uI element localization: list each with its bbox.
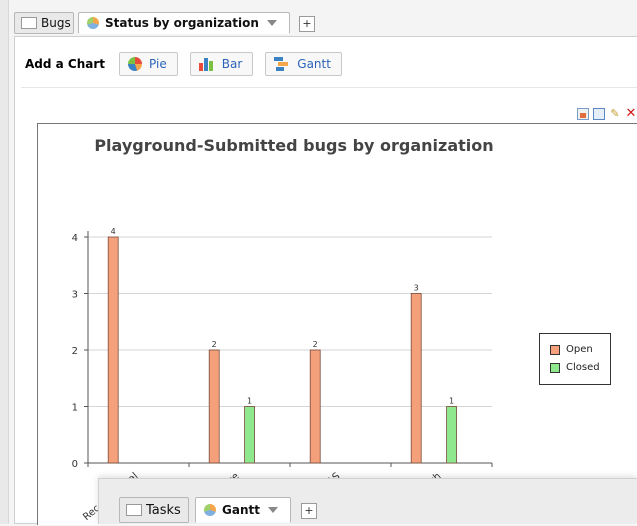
table-icon xyxy=(21,17,37,29)
pie-chart-icon xyxy=(128,57,143,71)
legend-item-open: Open xyxy=(550,344,593,355)
bar-chart-icon xyxy=(198,57,215,71)
y-tick-label: 0 xyxy=(72,459,78,470)
bar-open xyxy=(309,349,321,464)
data-label: 1 xyxy=(247,397,252,406)
data-label: 4 xyxy=(111,227,116,236)
data-label: 2 xyxy=(212,340,217,349)
tab-tasks[interactable]: Tasks xyxy=(119,497,189,523)
add-chart-label: Add a Chart xyxy=(25,57,106,71)
tab-label: Tasks xyxy=(146,502,181,518)
bar-closed xyxy=(244,406,255,464)
data-label: 1 xyxy=(449,397,454,406)
table-icon xyxy=(126,504,142,516)
button-label: Pie xyxy=(149,57,167,71)
gantt-window: Tasks Gantt + xyxy=(98,478,637,524)
legend-item-closed: Closed xyxy=(550,362,600,373)
y-tick-label: 3 xyxy=(72,290,78,301)
bar-closed xyxy=(446,406,457,464)
add-gantt-button[interactable]: Gantt xyxy=(265,52,342,76)
legend-label: Open xyxy=(566,344,593,355)
bar-open xyxy=(410,293,422,464)
left-edge-bar xyxy=(0,0,9,524)
tab-label: Status by organization xyxy=(105,16,259,30)
data-label: 3 xyxy=(414,284,419,293)
tab-status-by-organization[interactable]: Status by organization xyxy=(78,12,290,34)
add-tab-button[interactable]: + xyxy=(301,503,317,519)
edit-icon[interactable]: ✎ xyxy=(609,108,621,120)
gantt-chart-icon xyxy=(274,57,290,71)
add-pie-button[interactable]: Pie xyxy=(119,52,178,76)
bar-open xyxy=(208,349,220,464)
y-tick-label: 1 xyxy=(72,403,78,414)
export-icon[interactable] xyxy=(577,108,589,120)
add-chart-row: Add a Chart Pie Bar Gantt xyxy=(25,49,354,79)
y-tick-label: 2 xyxy=(72,346,78,357)
tab-label: Bugs xyxy=(41,16,71,30)
divider xyxy=(21,87,637,88)
add-tab-button[interactable]: + xyxy=(299,16,315,32)
data-label: 2 xyxy=(313,340,318,349)
legend-swatch-open xyxy=(550,344,560,355)
legend-label: Closed xyxy=(566,362,600,373)
tab-label: Gantt xyxy=(222,503,260,517)
delete-icon[interactable]: ✕ xyxy=(625,107,637,120)
chart-legend: Open Closed xyxy=(539,333,611,385)
chart-settings-icon[interactable] xyxy=(593,108,605,120)
button-label: Bar xyxy=(221,57,243,71)
chart-panel: Add a Chart Pie Bar Gantt ✎ ✕ Playground… xyxy=(14,36,637,525)
tab-gantt[interactable]: Gantt xyxy=(195,497,291,523)
tab-bar: Bugs Status by organization + xyxy=(14,4,637,36)
tab-bugs[interactable]: Bugs xyxy=(14,12,74,34)
app-window: Bugs Status by organization + Add a Char… xyxy=(0,0,637,525)
pie-chart-icon xyxy=(87,17,99,29)
y-tick-label: 4 xyxy=(72,233,78,244)
chart-frame: Playground-Submitted bugs by organizatio… xyxy=(37,123,637,525)
chevron-down-icon[interactable] xyxy=(267,507,278,513)
pie-chart-icon xyxy=(204,504,216,516)
bar-open xyxy=(107,236,119,464)
add-bar-button[interactable]: Bar xyxy=(189,52,254,76)
chevron-down-icon[interactable] xyxy=(266,20,277,26)
bar-chart: 012344ReccoMedical21Automotive2AzzuliSAS… xyxy=(72,227,493,523)
chart-toolbar: ✎ ✕ xyxy=(573,107,637,121)
button-label: Gantt xyxy=(297,57,331,71)
legend-swatch-closed xyxy=(550,362,560,373)
